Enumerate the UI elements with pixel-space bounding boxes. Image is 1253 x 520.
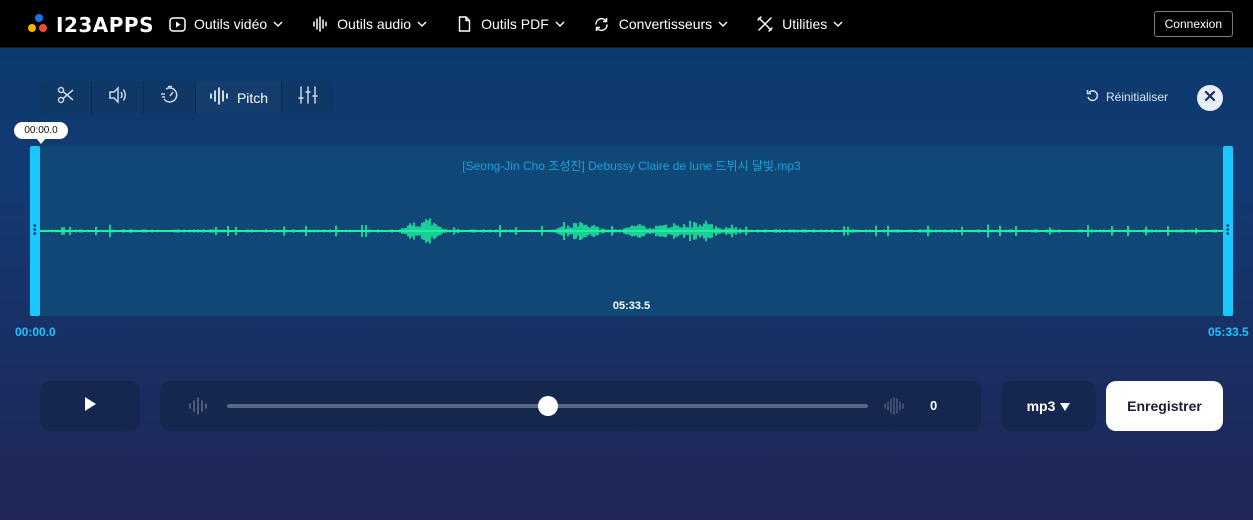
format-select[interactable]: mp3 xyxy=(1001,381,1096,431)
trim-end-handle[interactable]: • • • xyxy=(1223,146,1233,316)
grip-icon: • • • xyxy=(1226,221,1230,240)
nav-label: Convertisseurs xyxy=(618,16,713,32)
chevron-down-icon xyxy=(417,19,427,30)
scissors-icon xyxy=(57,86,75,109)
speed-icon xyxy=(160,85,180,110)
pitch-high-icon xyxy=(884,397,904,420)
tool-equalizer-button[interactable] xyxy=(282,81,334,114)
logo-text: I23APPS xyxy=(56,13,154,37)
playhead-time: 00:00.0 xyxy=(14,122,68,144)
tool-pitch-label: Pitch xyxy=(236,89,269,106)
chevron-down-icon xyxy=(833,19,843,30)
reset-button[interactable]: Réinitialiser xyxy=(1086,89,1168,105)
start-time: 00:00.0 xyxy=(15,325,56,339)
top-bar: I23APPS Outils vidéo Outils audio Outils… xyxy=(0,0,1253,48)
pitch-value: 0 xyxy=(930,398,938,413)
grip-icon: • • • xyxy=(33,221,37,240)
document-icon xyxy=(455,15,473,33)
login-button[interactable]: Connexion xyxy=(1153,11,1233,37)
selection-duration: 05:33.5 xyxy=(612,300,651,312)
pitch-low-icon xyxy=(188,397,208,420)
nav-audio-tools[interactable]: Outils audio xyxy=(311,15,427,33)
trim-start-handle[interactable]: • • • xyxy=(30,146,40,316)
nav-label: Outils audio xyxy=(337,16,412,32)
nav-video-tools[interactable]: Outils vidéo xyxy=(168,15,283,33)
save-button[interactable]: Enregistrer xyxy=(1106,381,1223,431)
chevron-down-icon xyxy=(273,19,283,30)
file-name: [Seong-Jin Cho 조성진] Debussy Claire de lu… xyxy=(462,159,801,173)
pitch-wave-icon xyxy=(209,87,229,108)
end-time: 05:33.5 xyxy=(1208,325,1249,339)
tool-pitch-button[interactable]: Pitch xyxy=(196,81,282,114)
nav-label: Outils vidéo xyxy=(194,16,268,32)
main-nav: Outils vidéo Outils audio Outils PDF Con… xyxy=(168,0,871,48)
video-play-icon xyxy=(168,15,186,33)
close-icon xyxy=(1204,89,1216,107)
audio-wave-icon xyxy=(311,15,329,33)
tool-speed-button[interactable] xyxy=(144,81,196,114)
undo-icon xyxy=(1086,89,1099,105)
nav-converters[interactable]: Convertisseurs xyxy=(593,15,728,33)
tool-volume-button[interactable] xyxy=(92,81,144,114)
reset-label: Réinitialiser xyxy=(1106,90,1169,104)
play-button[interactable] xyxy=(40,381,140,431)
logo[interactable]: I23APPS xyxy=(28,13,154,37)
pitch-slider-thumb[interactable] xyxy=(537,396,558,416)
play-icon xyxy=(83,396,97,417)
caret-down-icon xyxy=(1060,398,1071,414)
nav-label: Utilities xyxy=(782,16,828,32)
format-label: mp3 xyxy=(1026,398,1056,414)
edit-toolbar: Pitch xyxy=(40,81,334,114)
pitch-panel: 0 xyxy=(160,381,981,431)
chevron-down-icon xyxy=(718,19,728,30)
tool-trim-button[interactable] xyxy=(40,81,92,114)
speaker-icon xyxy=(108,86,128,109)
convert-icon xyxy=(593,15,611,33)
nav-label: Outils PDF xyxy=(481,16,549,32)
logo-mark-icon xyxy=(28,14,50,36)
nav-utilities[interactable]: Utilities xyxy=(756,15,843,33)
tools-icon xyxy=(756,15,774,33)
close-button[interactable] xyxy=(1197,85,1223,111)
chevron-down-icon xyxy=(555,19,565,30)
equalizer-icon xyxy=(298,86,318,109)
nav-pdf-tools[interactable]: Outils PDF xyxy=(455,15,565,33)
